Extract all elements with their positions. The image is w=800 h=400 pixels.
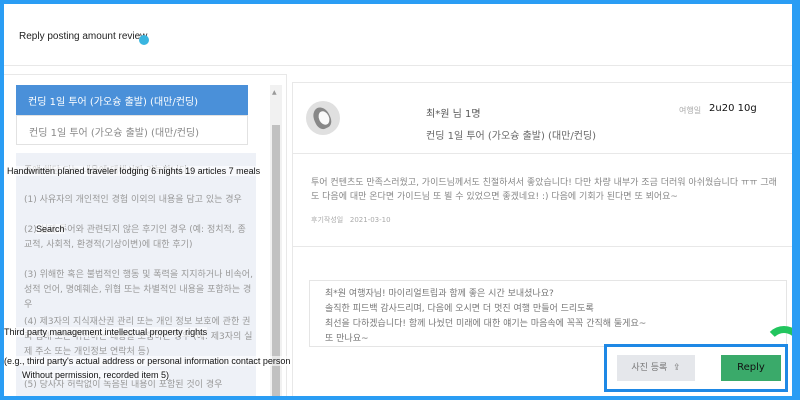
travel-date-label: 여행일 — [679, 106, 702, 115]
reply-textarea[interactable]: 최*원 여행자님! 마이리얼트립과 함께 좋은 시간 보내셨나요? 솔직한 피드… — [309, 280, 787, 347]
avatar — [306, 101, 340, 135]
review-tour-name: 컨딩 1일 투어 (가오슝 출발) (대만/컨딩) — [426, 131, 597, 142]
overlay-text-4: (e.g., third party's actual address or p… — [4, 356, 291, 366]
reviewer-name: 최*원 님 1명 — [426, 109, 481, 120]
reply-line: 솔직한 피드백 감사드리며, 다음에 오시면 더 멋진 여행 만들어 드리도록 — [325, 304, 594, 314]
window: Reply posting amount review 컨딩 1일 투어 (가오… — [4, 4, 792, 396]
rule-item-4: (4) 제3자의 지식재산권 관리 또는 개인 정보 보호에 관한 권리 침해 … — [24, 317, 253, 357]
info-dot-icon — [139, 35, 149, 45]
reply-line: 최*원 여행자님! 마이리얼트립과 함께 좋은 시간 보내셨나요? — [325, 289, 554, 299]
photo-upload-button[interactable]: 사진 등록 ⇪ — [617, 355, 695, 381]
written-date-label: 후기작성일 — [311, 216, 344, 224]
divider — [293, 246, 792, 247]
reply-text: 최*원 여행자님! 마이리얼트립과 함께 좋은 시간 보내셨나요? 솔직한 피드… — [325, 287, 646, 347]
rule-item-1: (1) 사유자의 개인적인 경험 이외의 내용을 담고 있는 경우 — [24, 195, 242, 205]
overlay-text-1: Handwritten planed traveler lodging 6 ni… — [7, 166, 261, 176]
review-written-date: 후기작성일 2021-03-10 — [311, 215, 391, 225]
reply-line: 최선을 다하겠습니다! 함께 나눴던 미래에 대한 얘기는 마음속에 꼭꼭 간직… — [325, 319, 647, 329]
rule-item-5: (5) 당사자 허락없이 녹음된 내용이 포함된 것이 경우 — [24, 380, 223, 390]
scrollbar[interactable]: ▲ — [270, 85, 282, 396]
overlay-text-5: Without permission, recorded item 5) — [22, 370, 170, 380]
travel-date: 2u20 10g — [709, 103, 757, 114]
header: Reply posting amount review — [4, 4, 792, 66]
divider — [293, 153, 792, 154]
overlay-text-3: Third party management intellectual prop… — [4, 327, 208, 337]
left-pane: 컨딩 1일 투어 (가오슝 출발) (대만/컨딩) 컨딩 1일 투어 (가오슝 … — [4, 74, 287, 396]
tour-item-selected[interactable]: 컨딩 1일 투어 (가오슝 출발) (대만/컨딩) — [16, 85, 248, 115]
tour-item[interactable]: 컨딩 1일 투어 (가오슝 출발) (대만/컨딩) — [16, 115, 248, 145]
page-title: Reply posting amount review — [19, 31, 148, 42]
reply-line: 또 만나요~ — [325, 334, 369, 344]
photo-upload-label: 사진 등록 — [631, 363, 668, 373]
reply-button[interactable]: Reply — [721, 355, 781, 381]
rule-item-3: (3) 위해한 혹은 불법적인 행동 및 폭력을 지지하거나 비속어, 성적 언… — [24, 270, 253, 310]
scroll-up-arrow-icon[interactable]: ▲ — [272, 89, 277, 96]
upload-icon: ⇪ — [670, 363, 681, 373]
written-date-value: 2021-03-10 — [349, 216, 391, 224]
action-bar: 사진 등록 ⇪ Reply — [604, 344, 788, 392]
overlay-text-2: Search — [36, 224, 65, 234]
review-text: 투어 컨텐츠도 만족스러웠고, 가이드님께서도 친절하셔서 좋았습니다! 다만 … — [311, 178, 777, 202]
